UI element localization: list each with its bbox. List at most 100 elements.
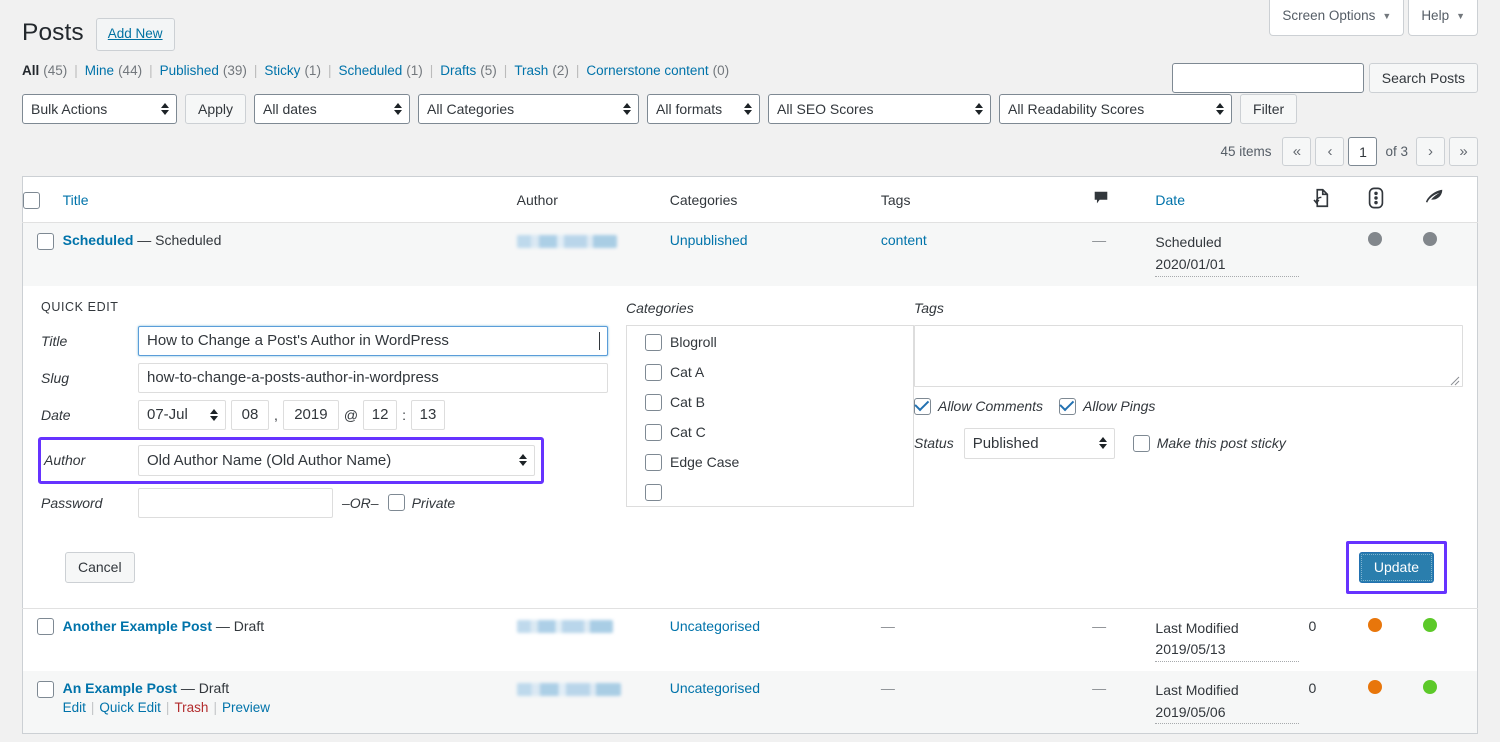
next-page-button[interactable]: › (1416, 137, 1445, 166)
prev-page-button[interactable]: ‹ (1315, 137, 1344, 166)
help-button[interactable]: Help ▼ (1408, 0, 1478, 36)
apply-button[interactable]: Apply (185, 94, 246, 124)
category-checkbox[interactable] (645, 484, 662, 501)
status-link-label[interactable]: Trash (514, 63, 548, 78)
row-checkbox[interactable] (37, 681, 54, 698)
status-link-scheduled: Scheduled(1)| (338, 63, 440, 78)
allow-pings-checkbox[interactable] (1059, 398, 1076, 415)
sort-date-link[interactable]: Date (1155, 192, 1185, 208)
category-link[interactable]: Unpublished (670, 232, 748, 248)
all-readability-scores-wrapper: All Readability Scores (999, 94, 1232, 124)
category-checkbox[interactable] (645, 334, 662, 351)
category-checkbox[interactable] (645, 424, 662, 441)
first-page-button[interactable]: « (1282, 137, 1311, 166)
category-checkbox[interactable] (645, 364, 662, 381)
column-header-title[interactable]: Title (63, 177, 517, 223)
status-link-published: Published(39)| (160, 63, 265, 78)
allow-comments-checkbox[interactable] (914, 398, 931, 415)
search-input[interactable] (1172, 63, 1364, 93)
quick-edit-year-input[interactable] (283, 400, 339, 430)
search-posts-button[interactable]: Search Posts (1369, 63, 1478, 93)
add-new-button[interactable]: Add New (96, 18, 175, 51)
quick-edit-slug-input[interactable] (138, 363, 608, 393)
quick-edit-password-input[interactable] (138, 488, 333, 518)
quick-edit-minute-input[interactable] (411, 400, 445, 430)
category-link[interactable]: Uncategorised (670, 618, 760, 634)
or-separator-label: –OR– (342, 495, 379, 511)
all-readability-scores-select[interactable]: All Readability Scores (999, 94, 1232, 124)
status-link-count: (39) (223, 63, 247, 78)
row-checkbox[interactable] (37, 233, 54, 250)
quick-edit-hour-input[interactable] (363, 400, 397, 430)
page-title: Posts (22, 17, 84, 49)
row-action-trash[interactable]: Trash (174, 700, 208, 715)
separator: | (576, 63, 580, 78)
quick-edit-categories-label: Categories (626, 300, 914, 316)
screen-options-button[interactable]: Screen Options ▼ (1269, 0, 1404, 36)
post-title-cell: Scheduled — Scheduled (63, 223, 517, 286)
post-state-label: — Scheduled (137, 232, 221, 248)
status-link-trash: Trash(2)| (514, 63, 586, 78)
sort-title-link[interactable]: Title (63, 192, 89, 208)
select-all-checkbox[interactable] (23, 192, 40, 209)
post-title-link[interactable]: Another Example Post (63, 618, 212, 634)
tag-link[interactable]: content (881, 232, 927, 248)
status-link-label[interactable]: All (22, 63, 39, 78)
quick-edit-private-checkbox[interactable] (388, 494, 405, 511)
current-page-input[interactable] (1348, 137, 1377, 166)
post-title-link[interactable]: Scheduled (63, 232, 134, 248)
post-readability-score-cell (1423, 608, 1478, 671)
row-action-quick-edit[interactable]: Quick Edit (99, 700, 161, 715)
status-link-label[interactable]: Sticky (264, 63, 300, 78)
make-sticky-checkbox[interactable] (1133, 435, 1150, 452)
all-seo-scores-select[interactable]: All SEO Scores (768, 94, 991, 124)
last-page-button[interactable]: » (1449, 137, 1478, 166)
quick-edit-title-input[interactable] (138, 326, 608, 356)
post-title-link[interactable]: An Example Post (63, 680, 177, 696)
no-tags-dash: — (881, 618, 895, 634)
filter-button[interactable]: Filter (1240, 94, 1297, 124)
status-link-label[interactable]: Published (160, 63, 219, 78)
category-checkbox[interactable] (645, 394, 662, 411)
no-comments-dash: — (1092, 232, 1106, 248)
quick-edit-update-button[interactable]: Update (1359, 552, 1434, 583)
separator: | (74, 63, 78, 78)
column-header-date[interactable]: Date (1155, 177, 1308, 223)
separator: | (213, 700, 217, 715)
status-link-label[interactable]: Drafts (440, 63, 476, 78)
quick-edit-categories-box[interactable]: BlogrollCat ACat BCat CEdge Case (626, 325, 914, 507)
row-checkbox-cell (23, 223, 63, 286)
post-readability-score-cell (1423, 671, 1478, 734)
separator: | (166, 700, 170, 715)
quick-edit-author-select[interactable]: Old Author Name (Old Author Name) (138, 445, 535, 476)
row-action-edit[interactable]: Edit (63, 700, 86, 715)
status-link-sticky: Sticky(1)| (264, 63, 338, 78)
row-actions: Edit|Quick Edit|Trash|Preview (63, 700, 507, 715)
all-seo-scores-wrapper: All SEO Scores (768, 94, 991, 124)
row-action-preview[interactable]: Preview (222, 700, 270, 715)
status-link-label[interactable]: Cornerstone content (586, 63, 708, 78)
all-dates-select[interactable]: All dates (254, 94, 410, 124)
posts-table: Title Author Categories Tags Date (22, 176, 1478, 734)
quick-edit-month-select[interactable]: 07-Jul (138, 400, 226, 430)
seo-traffic-light-icon (1368, 187, 1384, 212)
quick-edit-tags-textarea[interactable] (914, 325, 1463, 387)
text-cursor (599, 332, 600, 350)
quick-edit-status-select[interactable]: Published (964, 428, 1115, 459)
all-formats-select[interactable]: All formats (647, 94, 760, 124)
post-title-cell: Another Example Post — Draft (63, 608, 517, 671)
quick-edit-day-input[interactable] (231, 400, 269, 430)
quick-edit-left-column: QUICK EDITTitleSlugDate07-Jul,@:AuthorOl… (41, 300, 626, 525)
all-categories-select[interactable]: All Categories (418, 94, 639, 124)
bulk-actions-select[interactable]: Bulk Actions (22, 94, 177, 124)
status-link-label[interactable]: Mine (85, 63, 114, 78)
status-link-label[interactable]: Scheduled (338, 63, 402, 78)
quick-edit-cancel-button[interactable]: Cancel (65, 552, 135, 583)
category-checkbox-item: Blogroll (637, 334, 903, 351)
category-checkbox[interactable] (645, 454, 662, 471)
category-link[interactable]: Uncategorised (670, 680, 760, 696)
post-title-cell: An Example Post — DraftEdit|Quick Edit|T… (63, 671, 517, 734)
row-checkbox[interactable] (37, 618, 54, 635)
post-state-label: — Draft (216, 618, 264, 634)
resize-handle-icon[interactable] (1448, 373, 1460, 385)
